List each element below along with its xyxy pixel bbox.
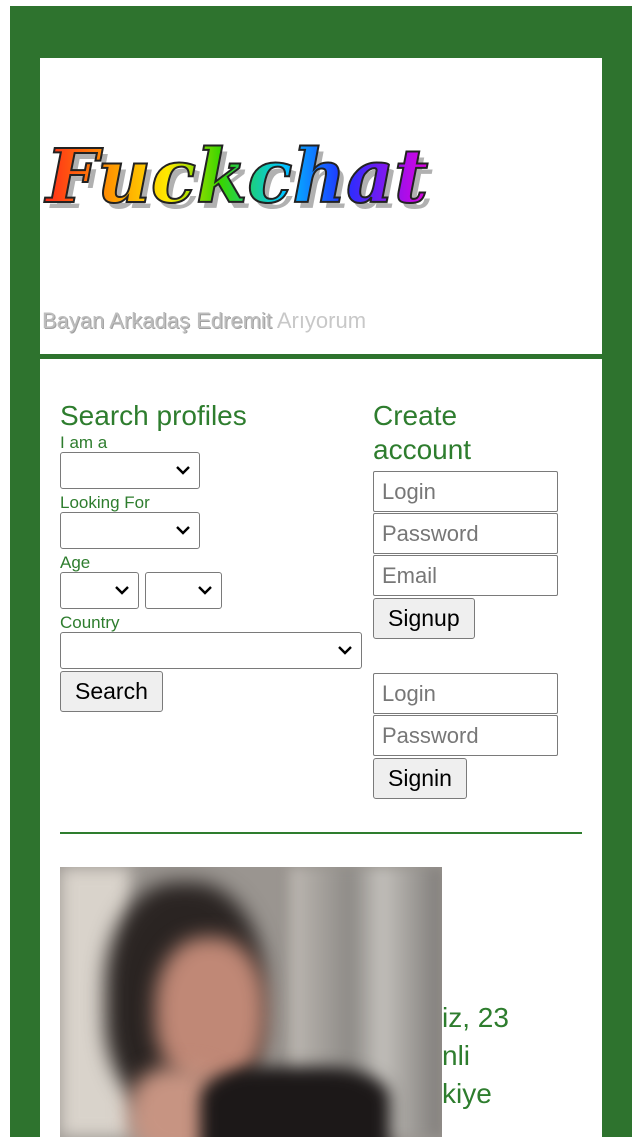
photo-subject-top [200,1067,390,1137]
signup-password-input[interactable]: Password [373,513,558,554]
search-button[interactable]: Search [60,671,163,712]
profile-info-line-2: nli [442,1040,471,1071]
chevron-down-icon [176,526,190,535]
age-min-select[interactable] [60,572,139,609]
signin-password-input[interactable]: Password [373,715,558,756]
signin-form: Login Password Signin [373,673,573,799]
profile-info-line-1: iz, 23 [442,1002,509,1033]
site-logo[interactable]: Fuckchat Fuckchat [42,130,522,230]
signin-login-input[interactable]: Login [373,673,558,714]
country-label: Country [60,613,120,632]
main-panel: Search profiles I am a Looking For Age C… [40,359,602,1137]
chevron-down-icon [176,466,190,475]
chevron-down-icon [338,646,352,655]
site-header: Fuckchat Fuckchat Bayan Arkadaş Edremit … [40,58,602,354]
chevron-down-icon [198,586,212,595]
create-account-title: Create account [373,400,472,465]
account-forms: Create account Login Password Email Sign… [373,399,573,799]
profile-photo[interactable] [60,867,442,1137]
profile-info-line-3: kiye [442,1078,492,1109]
signup-form: Login Password Email Signup [373,471,573,639]
search-profiles-form: Search profiles I am a Looking For Age C… [60,399,365,712]
signup-login-input[interactable]: Login [373,471,558,512]
signup-email-input[interactable]: Email [373,555,558,596]
country-select[interactable] [60,632,362,669]
photo-subject-face [155,937,265,1087]
signin-button[interactable]: Signin [373,758,467,799]
logo-text: Fuckchat [44,134,428,220]
looking-for-label: Looking For [60,493,150,512]
age-max-select[interactable] [145,572,222,609]
signup-button[interactable]: Signup [373,598,475,639]
profile-info[interactable]: iz, 23 nli kiye [442,999,509,1113]
iam-select[interactable] [60,452,200,489]
tagline-lead: Bayan Arkadaş Edremit [42,308,272,333]
age-range [60,572,365,609]
age-label: Age [60,553,91,572]
looking-for-select[interactable] [60,512,200,549]
search-title: Search profiles [60,400,247,431]
chevron-down-icon [115,586,129,595]
section-divider [60,832,582,834]
site-tagline: Bayan Arkadaş Edremit Arıyorum [42,308,366,334]
iam-label: I am a [60,433,108,452]
tagline-tail: Arıyorum [276,308,367,333]
